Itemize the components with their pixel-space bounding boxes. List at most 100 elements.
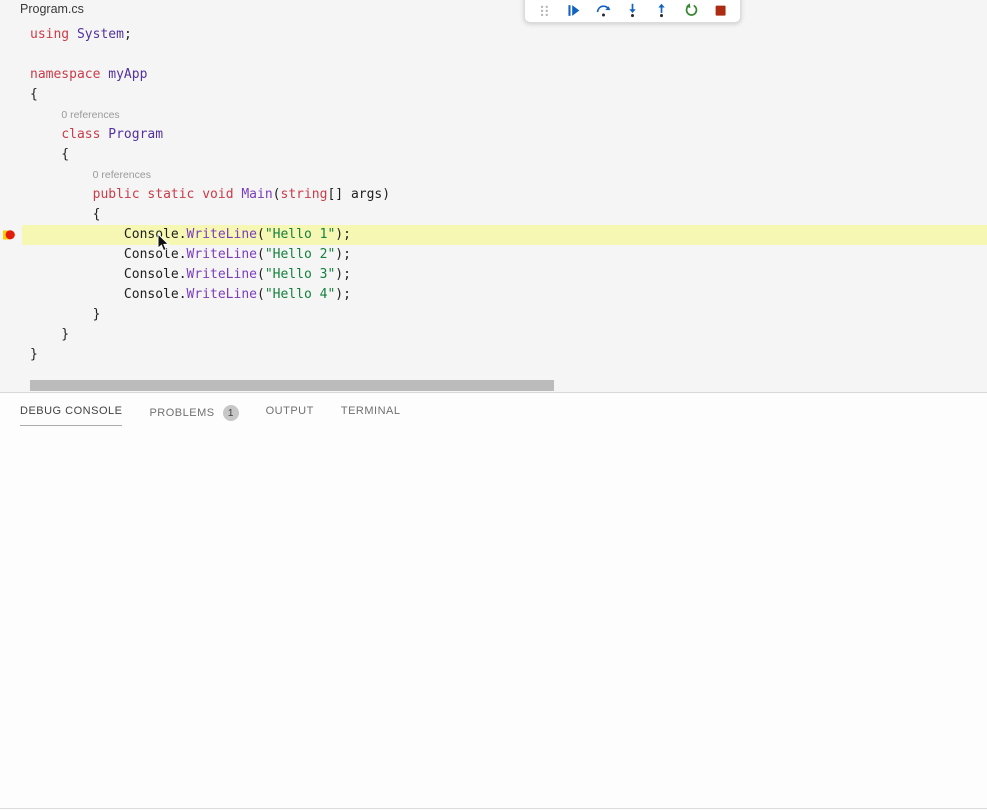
code-line-text: using System; [0, 25, 987, 45]
panel-tab-output[interactable]: OUTPUT [266, 405, 314, 425]
code-token: [] args) [327, 187, 390, 202]
horizontal-scrollbar-thumb[interactable] [30, 380, 554, 391]
editor-region: Program.cs using System; namespace myApp {… [0, 0, 987, 392]
code-token: ); [335, 247, 351, 262]
code-line[interactable]: { [0, 145, 987, 165]
codelens-row[interactable]: 0 references [0, 105, 987, 125]
code-token: } [30, 327, 69, 342]
continue-icon [566, 3, 581, 18]
code-line[interactable]: using System; [0, 25, 987, 45]
code-token: public [93, 187, 140, 202]
code-line-text: Console.WriteLine("Hello 4"); [0, 285, 987, 305]
step-out-button[interactable] [653, 2, 670, 19]
code-token: namespace [30, 67, 100, 82]
code-token: System [77, 27, 124, 42]
horizontal-scrollbar-track [0, 378, 987, 392]
code-token: ( [257, 227, 265, 242]
code-token: ); [335, 267, 351, 282]
code-line-text: Console.WriteLine("Hello 1"); [0, 225, 987, 245]
stop-icon [713, 3, 728, 18]
code-line-text: { [0, 145, 987, 165]
code-token: ( [257, 247, 265, 262]
code-line[interactable]: Console.WriteLine("Hello 2"); [0, 245, 987, 265]
panel-tab-label: OUTPUT [266, 405, 314, 418]
panel-tab-terminal[interactable]: TERMINAL [341, 405, 401, 425]
bottom-panel: DEBUG CONSOLE PROBLEMS 1 OUTPUT TERMINAL [0, 393, 987, 811]
code-token: Console. [30, 227, 187, 242]
step-into-icon [625, 3, 640, 18]
code-line-text: namespace myApp [0, 65, 987, 85]
code-token: class [61, 127, 100, 142]
code-line[interactable]: Console.WriteLine("Hello 1"); [0, 225, 987, 245]
code-line[interactable]: class Program [0, 125, 987, 145]
panel-tab-debug-console[interactable]: DEBUG CONSOLE [20, 405, 122, 426]
code-token: ); [335, 227, 351, 242]
code-token [30, 187, 93, 202]
code-line[interactable]: } [0, 305, 987, 325]
code-line[interactable]: Console.WriteLine("Hello 3"); [0, 265, 987, 285]
code-token [69, 27, 77, 42]
code-token: Console. [30, 287, 187, 302]
code-token: WriteLine [187, 247, 257, 262]
code-token: "Hello 1" [265, 227, 335, 242]
code-line[interactable]: } [0, 345, 987, 365]
codelens-references-label[interactable]: 0 references [0, 165, 987, 185]
code-line[interactable]: { [0, 85, 987, 105]
code-token: ); [335, 287, 351, 302]
code-token: "Hello 3" [265, 267, 335, 282]
window-bottom-border [0, 808, 987, 809]
step-out-icon [654, 3, 669, 18]
code-token: ( [257, 287, 265, 302]
code-line-text: } [0, 345, 987, 365]
code-token: Main [241, 187, 272, 202]
continue-button[interactable] [565, 2, 582, 19]
code-token: { [30, 87, 38, 102]
vscode-window: Program.cs using System; namespace myApp {… [0, 0, 987, 811]
code-line[interactable]: public static void Main(string[] args) [0, 185, 987, 205]
code-token: Console. [30, 247, 187, 262]
code-token: } [30, 307, 100, 322]
drag-handle-icon [537, 3, 552, 18]
codelens-row[interactable]: 0 references [0, 165, 987, 185]
debug-toolbar [524, 0, 741, 23]
step-into-button[interactable] [624, 2, 641, 19]
code-line[interactable]: } [0, 325, 987, 345]
stop-button[interactable] [712, 2, 729, 19]
code-token: ( [257, 267, 265, 282]
code-line[interactable]: namespace myApp [0, 65, 987, 85]
code-line-text: Console.WriteLine("Hello 2"); [0, 245, 987, 265]
code-area[interactable]: using System; namespace myApp {0 reference… [0, 25, 987, 365]
panel-tab-label: TERMINAL [341, 405, 401, 418]
code-token: string [281, 187, 328, 202]
code-line-text: } [0, 305, 987, 325]
code-token: using [30, 27, 69, 42]
code-line-text: class Program [0, 125, 987, 145]
codelens-references-label[interactable]: 0 references [0, 105, 987, 125]
code-line-text: { [0, 205, 987, 225]
panel-tab-problems[interactable]: PROBLEMS 1 [149, 405, 238, 428]
code-token: ; [124, 27, 132, 42]
code-line-text: Console.WriteLine("Hello 3"); [0, 265, 987, 285]
restart-button[interactable] [683, 2, 700, 19]
code-token [30, 127, 61, 142]
editor-tab-title[interactable]: Program.cs [20, 1, 84, 17]
code-token: } [30, 347, 38, 362]
code-token: void [202, 187, 233, 202]
panel-tabs: DEBUG CONSOLE PROBLEMS 1 OUTPUT TERMINAL [0, 393, 987, 428]
code-token: WriteLine [187, 267, 257, 282]
step-over-button[interactable] [595, 2, 612, 19]
code-line[interactable] [0, 45, 987, 65]
code-line[interactable]: { [0, 205, 987, 225]
code-token: Program [108, 127, 163, 142]
code-line-text: public static void Main(string[] args) [0, 185, 987, 205]
code-token: ( [273, 187, 281, 202]
toolbar-drag-handle[interactable] [536, 2, 553, 19]
code-line-text: { [0, 85, 987, 105]
code-token: { [30, 147, 69, 162]
problems-count-badge: 1 [223, 405, 239, 421]
panel-tab-label: PROBLEMS [149, 407, 214, 420]
code-token: "Hello 4" [265, 287, 335, 302]
code-token: static [147, 187, 194, 202]
code-line[interactable]: Console.WriteLine("Hello 4"); [0, 285, 987, 305]
breakpoint-current-line-icon[interactable] [2, 228, 17, 242]
